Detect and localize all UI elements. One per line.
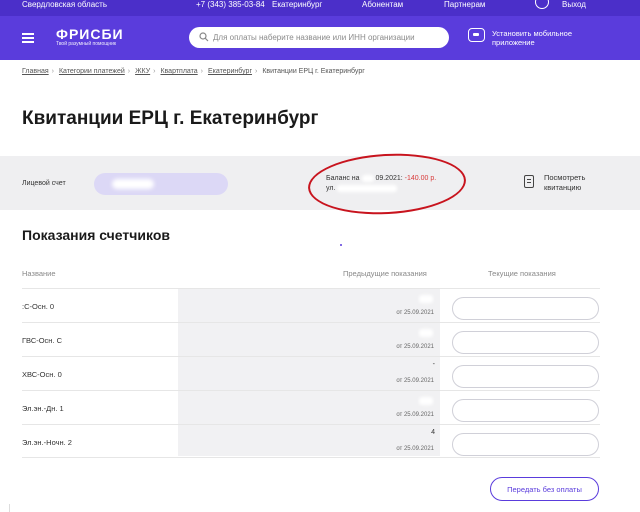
- table-row: Эл.эн.-Дн. 1 от 25.09.2021: [22, 390, 600, 424]
- search-box: [189, 27, 449, 48]
- user-icon[interactable]: [535, 0, 549, 9]
- redacted-value: [419, 295, 433, 303]
- previous-value: -: [432, 361, 435, 368]
- partners-link[interactable]: Партнерам: [444, 0, 485, 9]
- top-bar: Свердловская область +7 (343) 385-03-84 …: [0, 0, 640, 16]
- page-title: Квитанции ЕРЦ г. Екатеринбург: [22, 108, 319, 129]
- search-icon: [199, 32, 209, 42]
- current-reading-input[interactable]: [452, 331, 599, 354]
- search-input[interactable]: [213, 30, 441, 45]
- redacted-value: [419, 397, 433, 405]
- meter-name: Эл.эн.-Ночн. 2: [22, 438, 72, 447]
- account-label: Лицевой счет: [22, 180, 66, 187]
- logo-subtitle: Твой разумный помощник: [56, 41, 117, 47]
- breadcrumb-current: Квитанции ЕРЦ г. Екатеринбург: [262, 68, 365, 75]
- decorative-dot: [340, 244, 342, 246]
- main-header: ФРИСБИ Твой разумный помощник Установить…: [0, 16, 640, 60]
- logo[interactable]: ФРИСБИ Твой разумный помощник: [56, 27, 124, 48]
- column-header-current: Текущие показания: [488, 269, 556, 278]
- previous-date: от 25.09.2021: [396, 446, 434, 452]
- table-row: ГВС-Осн. С от 25.09.2021: [22, 322, 600, 356]
- install-app-label: Установить мобильное приложение: [492, 29, 573, 47]
- previous-date: от 25.09.2021: [396, 310, 434, 316]
- meter-name: ХВС-Осн. 0: [22, 370, 62, 379]
- redacted-account-number: [112, 179, 154, 189]
- column-header-name: Название: [22, 269, 56, 278]
- previous-date: от 25.09.2021: [396, 344, 434, 350]
- menu-icon[interactable]: [22, 33, 34, 43]
- view-receipt-label: Посмотреть квитанцию: [544, 173, 586, 192]
- current-reading-input[interactable]: [452, 365, 599, 388]
- redacted-value: [419, 329, 433, 337]
- divider: [0, 504, 10, 512]
- logo-title: ФРИСБИ: [56, 26, 124, 42]
- mobile-app-icon: [468, 28, 485, 42]
- breadcrumb-item-city[interactable]: Екатеринбург: [208, 68, 252, 75]
- previous-value: 4: [431, 429, 435, 436]
- breadcrumb-separator: ›: [51, 68, 54, 75]
- submit-without-payment-button[interactable]: Передать без оплаты: [490, 477, 599, 501]
- breadcrumb-item-home[interactable]: Главная: [22, 68, 49, 75]
- table-row: ХВС-Осн. 0 - от 25.09.2021: [22, 356, 600, 390]
- table-row: Эл.эн.-Ночн. 2 4 от 25.09.2021: [22, 424, 600, 458]
- current-reading-input[interactable]: [452, 297, 599, 320]
- city-selector[interactable]: Екатеринбург: [272, 0, 322, 9]
- previous-date: от 25.09.2021: [396, 378, 434, 384]
- exit-link[interactable]: Выход: [562, 0, 586, 9]
- table-row: :С-Осн. 0 от 25.09.2021: [22, 288, 600, 322]
- document-icon: [524, 175, 534, 188]
- meter-name: :С-Осн. 0: [22, 302, 55, 311]
- breadcrumb-item-categories[interactable]: Категории платежей: [59, 68, 125, 75]
- meters-title: Показания счетчиков: [22, 227, 170, 243]
- breadcrumb: Главная › Категории платежей › ЖКУ › Квартп…: [22, 68, 365, 75]
- breadcrumb-separator: ›: [153, 68, 156, 75]
- breadcrumb-separator: ›: [255, 68, 258, 75]
- breadcrumb-separator: ›: [200, 68, 204, 75]
- meter-name: ГВС-Осн. С: [22, 336, 63, 345]
- account-number-field[interactable]: [94, 173, 228, 195]
- breadcrumb-separator: ›: [127, 68, 131, 75]
- previous-date: от 25.09.2021: [396, 412, 434, 418]
- meter-name: Эл.эн.-Дн. 1: [22, 404, 64, 413]
- current-reading-input[interactable]: [452, 433, 599, 456]
- breadcrumb-item-zhku[interactable]: ЖКУ: [135, 68, 150, 75]
- breadcrumb-item-kvartplata[interactable]: Квартплата: [160, 68, 197, 75]
- column-header-previous: Предыдущие показания: [343, 269, 427, 278]
- region-selector[interactable]: Свердловская область: [22, 0, 107, 9]
- subscribers-link[interactable]: Абонентам: [362, 0, 403, 9]
- phone-number[interactable]: +7 (343) 385-03-84: [196, 0, 265, 9]
- current-reading-input[interactable]: [452, 399, 599, 422]
